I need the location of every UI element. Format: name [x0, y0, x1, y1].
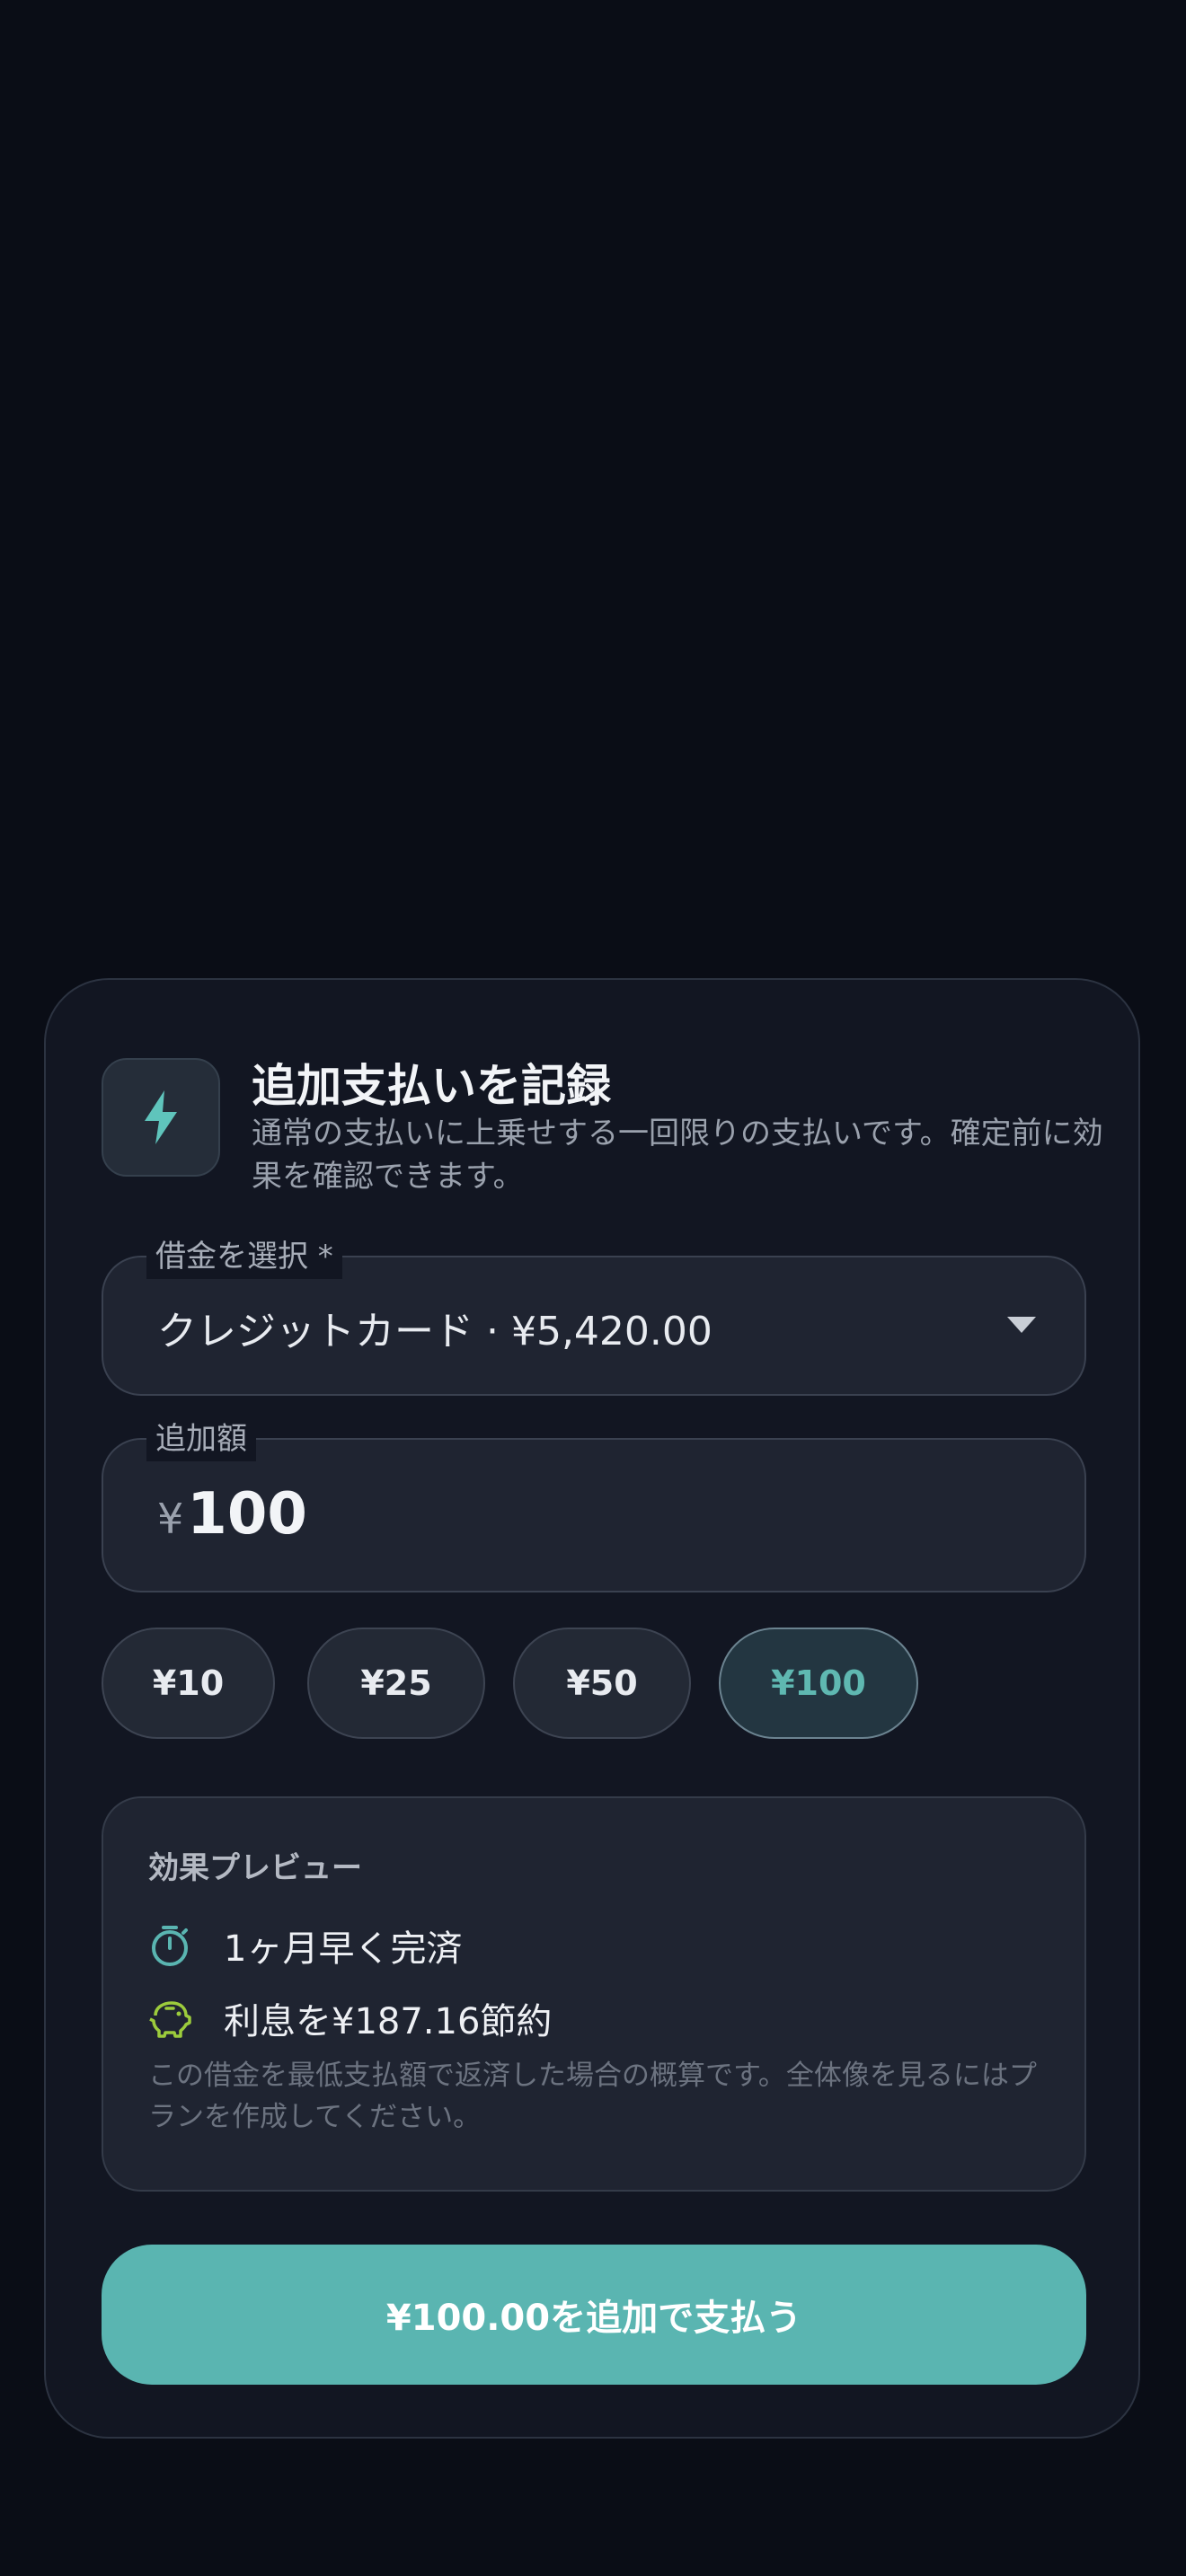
currency-symbol: ¥ — [157, 1495, 184, 1543]
timer-icon — [148, 1924, 191, 1967]
chevron-down-icon — [1007, 1317, 1036, 1333]
loan-select-value: クレジットカード · ¥5,420.00 — [157, 1309, 712, 1354]
impact-preview-card: 効果プレビュー 1ヶ月早く完済 利息を¥187.16節約 この借金を最低支払額で… — [102, 1796, 1086, 2192]
extra-amount-value: 100 — [187, 1481, 307, 1548]
effect-payoff-text: 1ヶ月早く完済 — [224, 1928, 463, 1970]
extra-payment-sheet: 追加支払いを記録 通常の支払いに上乗せする一回限りの支払いです。確定前に効果を確… — [44, 978, 1140, 2439]
quick-amount-chip-10[interactable]: ¥10 — [102, 1628, 275, 1739]
piggy-bank-icon — [148, 1997, 191, 2040]
impact-preview-note: この借金を最低支払額で返済した場合の概算です。全体像を見るにはプランを作成してく… — [148, 2060, 1037, 2133]
extra-amount-field[interactable]: 追加額 ¥ 100 — [102, 1416, 1086, 1592]
effect-row-interest: 利息を¥187.16節約 — [148, 1991, 552, 2045]
dialog-title: 追加支払いを記録 — [252, 1060, 611, 1112]
extra-amount-label: 追加額 — [146, 1416, 256, 1461]
loan-select[interactable]: 借金を選択 * クレジットカード · ¥5,420.00 — [102, 1234, 1086, 1396]
effect-row-payoff: 1ヶ月早く完済 — [148, 1919, 462, 1972]
submit-extra-payment-button[interactable]: ¥100.00を追加で支払う — [102, 2245, 1086, 2385]
extra-amount-input[interactable]: ¥ 100 — [157, 1481, 307, 1548]
quick-amount-chip-100[interactable]: ¥100 — [719, 1628, 918, 1739]
bolt-icon-tile — [102, 1058, 220, 1177]
dialog-subtitle: 通常の支払いに上乗せする一回限りの支払いです。確定前に効果を確認できます。 — [252, 1116, 1103, 1195]
quick-amount-chip-50[interactable]: ¥50 — [513, 1628, 691, 1739]
effect-interest-text: 利息を¥187.16節約 — [224, 2001, 553, 2042]
quick-amount-chip-25[interactable]: ¥25 — [307, 1628, 485, 1739]
bolt-icon — [145, 1090, 177, 1144]
loan-select-label: 借金を選択 * — [146, 1234, 342, 1279]
impact-preview-title: 効果プレビュー — [148, 1850, 362, 1886]
